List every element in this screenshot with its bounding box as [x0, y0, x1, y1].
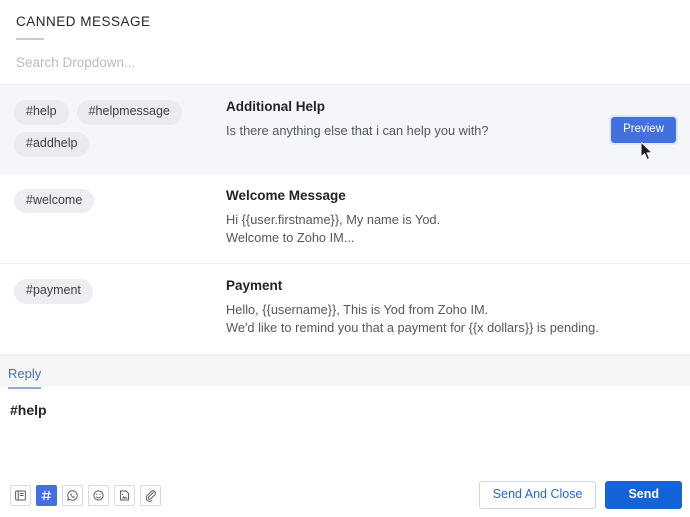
send-button[interactable]: Send [605, 480, 682, 510]
composer-toolbar: Send And Close Send [0, 473, 690, 517]
tag-group: #help #helpmessage #addhelp [14, 99, 220, 157]
preview-button[interactable]: Preview [609, 115, 678, 145]
article-icon[interactable] [10, 484, 31, 506]
toolbar-icon-group [10, 484, 161, 506]
emoji-icon[interactable] [88, 484, 109, 506]
tag-group: #payment [14, 278, 220, 304]
tag-chip[interactable]: #help [14, 100, 69, 125]
panel-header: CANNED MESSAGE [0, 0, 690, 40]
tag-chip[interactable]: #welcome [14, 188, 95, 214]
message-title: Welcome Message [226, 187, 346, 203]
message-line: Hello, {{username}}, This is Yod from Zo… [226, 302, 489, 318]
tag-group: #welcome [14, 188, 220, 214]
tag-chip[interactable]: #helpmessage [76, 100, 182, 125]
list-item[interactable]: #payment Payment Hello, {{username}}, Th… [0, 264, 690, 355]
attachment-icon[interactable] [140, 484, 161, 506]
message-title: Additional Help [226, 99, 325, 114]
list-item[interactable]: #help #helpmessage #addhelp Additional H… [0, 85, 690, 174]
message-line: We'd like to remind you that a payment f… [226, 320, 599, 336]
composer-input[interactable]: #help [10, 402, 680, 419]
message-line: Hi {{user.firstname}}, My name is Yod. [226, 211, 441, 227]
search-input[interactable] [16, 55, 674, 70]
list-item[interactable]: #welcome Welcome Message Hi {{user.first… [0, 174, 690, 264]
search-row [0, 40, 690, 84]
message-composer[interactable]: #help [0, 386, 690, 448]
message-line: Is there anything else that i can help y… [226, 123, 489, 139]
whatsapp-icon[interactable] [62, 484, 83, 506]
message-body: Payment Hello, {{username}}, This is Yod… [220, 278, 676, 338]
reply-tab-bar: Reply [0, 354, 690, 389]
image-icon[interactable] [114, 484, 135, 506]
tab-reply[interactable]: Reply [8, 366, 42, 389]
message-line: Welcome to Zoho IM... [226, 229, 355, 245]
page-title: CANNED MESSAGE [16, 14, 151, 29]
tag-chip[interactable]: #payment [14, 279, 93, 304]
row-actions: Preview [603, 99, 678, 145]
message-body: Welcome Message Hi {{user.firstname}}, M… [220, 188, 676, 248]
tag-chip[interactable]: #addhelp [14, 131, 90, 157]
message-title: Payment [226, 278, 283, 293]
send-and-close-button[interactable]: Send And Close [478, 480, 597, 510]
canned-message-list: #help #helpmessage #addhelp Additional H… [0, 84, 690, 355]
hash-icon[interactable] [36, 484, 57, 506]
send-button-group: Send And Close Send [478, 480, 682, 510]
message-body: Additional Help Is there anything else t… [220, 99, 603, 140]
